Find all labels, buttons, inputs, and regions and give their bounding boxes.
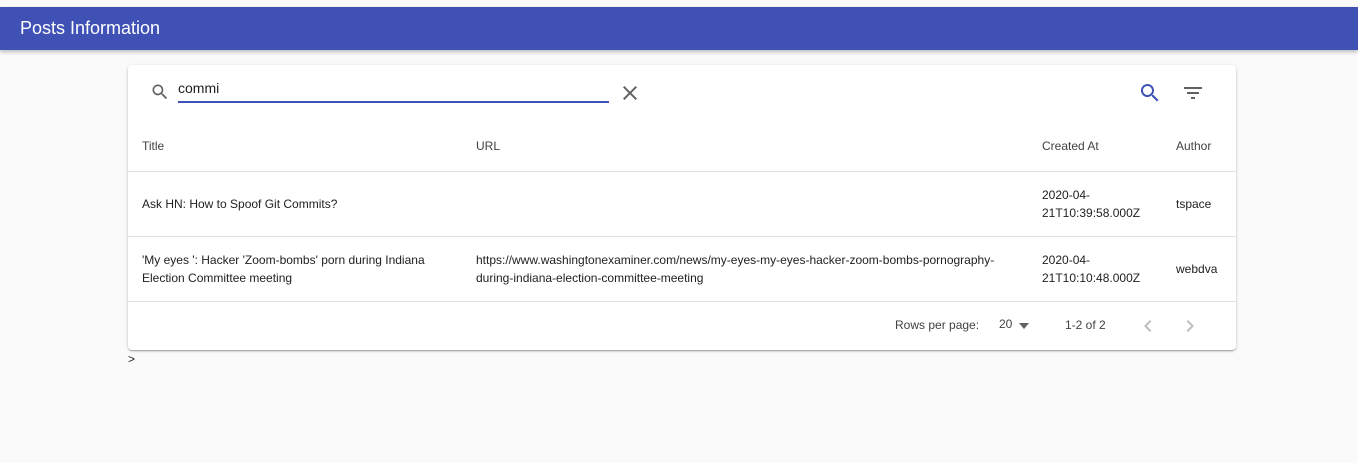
table-row[interactable]: Ask HN: How to Spoof Git Commits? 2020-0… xyxy=(128,171,1236,237)
column-header-url[interactable]: URL xyxy=(462,121,1028,172)
column-header-created-at[interactable]: Created At xyxy=(1028,121,1162,172)
cell-created-at: 2020-04-21T10:39:58.000Z xyxy=(1028,171,1162,237)
rows-per-page-label: Rows per page: xyxy=(895,318,980,332)
table-pagination: Rows per page: 20 1-2 of 2 xyxy=(128,302,1236,349)
table-row[interactable]: 'My eyes ': Hacker 'Zoom-bombs' porn dur… xyxy=(128,236,1236,302)
stray-text: > xyxy=(128,352,136,366)
column-header-author[interactable]: Author xyxy=(1162,121,1236,172)
filter-list-icon[interactable] xyxy=(1181,81,1205,105)
arrow-drop-down-icon[interactable] xyxy=(1018,321,1030,331)
cell-url xyxy=(462,171,1028,237)
search-button-icon[interactable] xyxy=(1138,81,1162,105)
column-header-title[interactable]: Title xyxy=(128,121,462,172)
table-toolbar xyxy=(128,65,1236,121)
cell-author: webdva xyxy=(1162,236,1236,302)
chevron-left-icon[interactable] xyxy=(1136,314,1160,338)
table-header-row: Title URL Created At Author xyxy=(128,121,1236,172)
chevron-right-icon[interactable] xyxy=(1178,314,1202,338)
cell-created-at: 2020-04-21T10:10:48.000Z xyxy=(1028,236,1162,302)
search-input[interactable] xyxy=(178,75,609,103)
top-gap xyxy=(0,0,1358,7)
app-bar: Posts Information xyxy=(0,7,1358,50)
cell-url: https://www.washingtonexaminer.com/news/… xyxy=(462,236,1028,302)
cell-title: 'My eyes ': Hacker 'Zoom-bombs' porn dur… xyxy=(128,236,462,302)
cell-author: tspace xyxy=(1162,171,1236,237)
posts-table: Title URL Created At Author Ask HN: How … xyxy=(128,121,1236,302)
close-icon[interactable] xyxy=(618,81,642,105)
pagination-range: 1-2 of 2 xyxy=(1065,318,1106,332)
search-icon xyxy=(152,84,168,100)
page-title: Posts Information xyxy=(20,18,161,38)
cell-title: Ask HN: How to Spoof Git Commits? xyxy=(128,171,462,237)
posts-table-card: Title URL Created At Author Ask HN: How … xyxy=(128,65,1236,350)
rows-per-page-select[interactable]: 20 xyxy=(999,317,1012,331)
